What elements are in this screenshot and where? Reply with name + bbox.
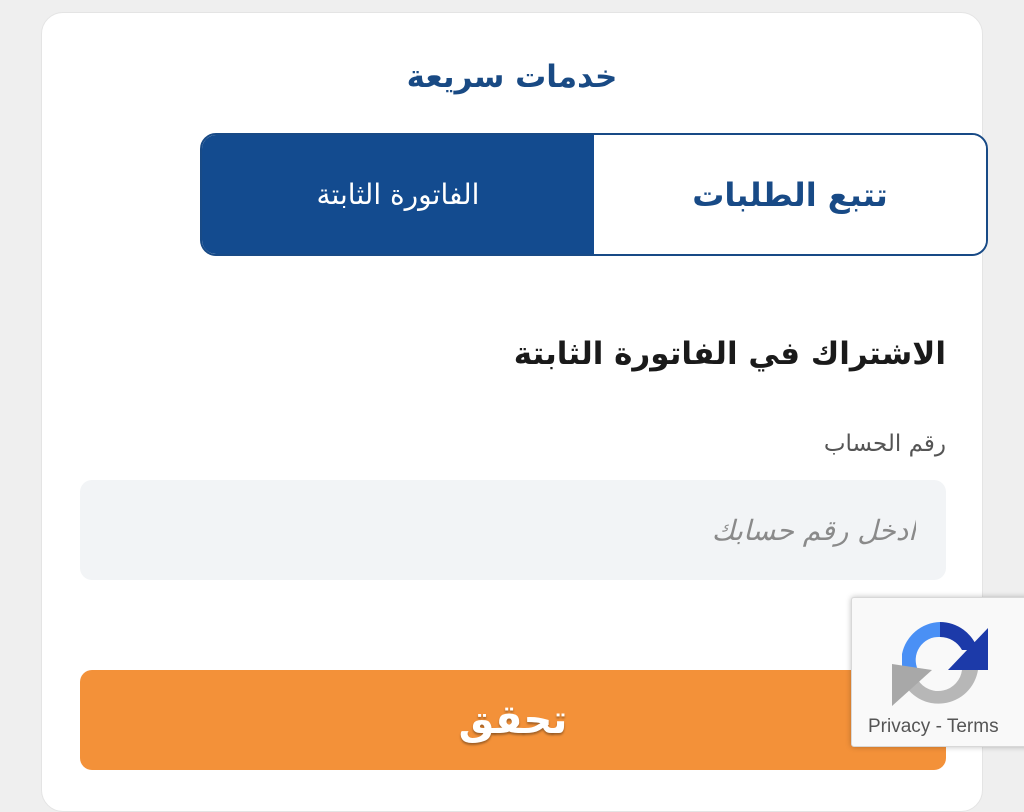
- recaptcha-icon: [892, 614, 988, 714]
- link-separator: -: [935, 716, 942, 737]
- tab-label: تتبع الطلبات: [692, 175, 888, 214]
- service-tabs: الفاتورة الثابتة تتبع الطلبات: [200, 133, 988, 256]
- privacy-link[interactable]: Privacy: [868, 716, 930, 737]
- tab-track-orders[interactable]: تتبع الطلبات: [594, 135, 986, 254]
- recaptcha-links: Privacy - Terms: [868, 716, 999, 738]
- terms-link[interactable]: Terms: [947, 716, 999, 737]
- recaptcha-badge: Privacy - Terms: [851, 597, 1024, 747]
- tab-fixed-bill[interactable]: الفاتورة الثابتة: [202, 135, 594, 254]
- account-number-label: رقم الحساب: [823, 431, 946, 457]
- form-heading: الاشتراك في الفاتورة الثابتة: [513, 336, 946, 372]
- section-title: خدمات سريعة: [406, 59, 618, 95]
- tab-label: الفاتورة الثابتة: [316, 178, 480, 211]
- verify-button[interactable]: تحقق: [80, 670, 946, 770]
- account-number-input[interactable]: [80, 480, 946, 580]
